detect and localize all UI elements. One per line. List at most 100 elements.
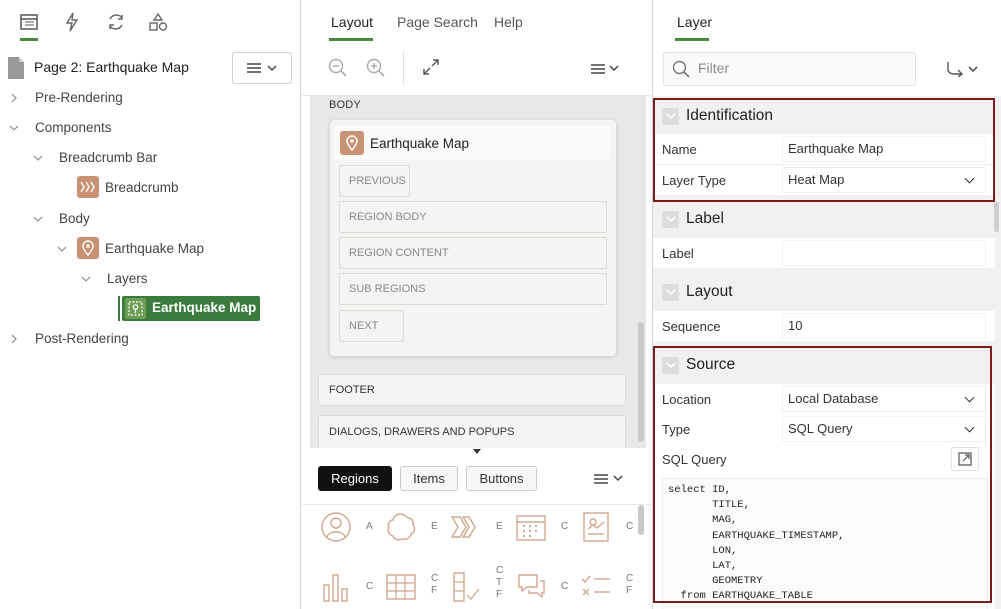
slot-sub-regions[interactable]: SUB REGIONS bbox=[339, 273, 607, 305]
gallery-item-label: C F bbox=[431, 573, 439, 596]
layout-canvas: BODY Earthquake Map PREVIOUS REGION BODY… bbox=[310, 96, 646, 448]
dynamic-actions-tab[interactable] bbox=[60, 10, 84, 34]
body-label: BODY bbox=[329, 99, 361, 111]
chevron-down-icon[interactable] bbox=[609, 65, 619, 72]
slot-region-body[interactable]: REGION BODY bbox=[339, 201, 607, 233]
gallery-tabs: Regions Items Buttons bbox=[302, 462, 651, 498]
search-icon bbox=[672, 60, 690, 78]
refresh-icon bbox=[109, 14, 123, 30]
filter-field[interactable] bbox=[663, 52, 916, 86]
region-card[interactable]: Earthquake Map PREVIOUS REGION BODY REGI… bbox=[330, 120, 616, 356]
tab-page-search[interactable]: Page Search bbox=[397, 14, 478, 30]
gallery-item-list-check[interactable]: C F bbox=[572, 567, 633, 607]
list-check-icon bbox=[581, 575, 610, 596]
dialogs-section[interactable]: DIALOGS, DRAWERS AND POPUPS bbox=[318, 415, 626, 448]
chevron-down-icon[interactable] bbox=[56, 245, 68, 253]
tree-item-post-rendering[interactable]: Post-Rendering bbox=[0, 326, 300, 352]
page-tree-pane: Page 2: Earthquake Map Pre-Rendering Com… bbox=[0, 0, 301, 609]
tab-buttons[interactable]: Buttons bbox=[466, 466, 537, 491]
scrollbar[interactable] bbox=[638, 505, 644, 535]
tree-label: Earthquake Map bbox=[152, 300, 257, 315]
tab-help[interactable]: Help bbox=[494, 14, 523, 30]
rendering-tab[interactable] bbox=[17, 10, 41, 34]
layout-tabs: Layout Page Search Help bbox=[302, 0, 651, 42]
chevron-down-icon[interactable] bbox=[80, 275, 92, 283]
tree-item-earthquake-map-region[interactable]: Earthquake Map bbox=[0, 236, 300, 262]
hamburger-icon[interactable] bbox=[594, 473, 608, 485]
group-title: Layout bbox=[686, 283, 733, 300]
tree-menu-button[interactable] bbox=[232, 52, 292, 84]
chevron-right-icon[interactable] bbox=[10, 333, 18, 345]
slot-previous[interactable]: PREVIOUS bbox=[339, 165, 410, 197]
gallery-item-breadcrumb[interactable]: E bbox=[442, 507, 503, 547]
gallery-item-card[interactable]: C bbox=[572, 507, 633, 547]
scrollbar[interactable] bbox=[994, 202, 999, 232]
scrollbar[interactable] bbox=[638, 322, 644, 442]
tab-layer[interactable]: Layer bbox=[677, 14, 712, 30]
gallery-item-chat[interactable]: C bbox=[507, 567, 568, 607]
grid-icon bbox=[386, 574, 416, 600]
chevron-down-icon[interactable] bbox=[662, 284, 679, 301]
cloud-icon bbox=[387, 513, 416, 541]
chat-icon bbox=[518, 574, 545, 599]
chevron-down-icon[interactable] bbox=[662, 211, 679, 228]
chevron-down-icon[interactable] bbox=[32, 215, 44, 223]
gallery-item-cloud[interactable]: E bbox=[377, 507, 438, 547]
gallery-item-checklist[interactable]: C T F bbox=[442, 565, 503, 607]
breadcrumb-icon bbox=[77, 176, 99, 198]
toolbar-divider bbox=[403, 52, 404, 84]
filter-input[interactable] bbox=[698, 60, 898, 76]
bar-chart-icon bbox=[323, 574, 348, 602]
group-layout[interactable]: Layout bbox=[653, 275, 995, 309]
footer-section[interactable]: FOOTER bbox=[318, 374, 626, 406]
go-to-group-button[interactable] bbox=[939, 56, 985, 82]
tree-item-breadcrumb[interactable]: Breadcrumb bbox=[0, 175, 300, 201]
layout-toolbar bbox=[302, 44, 651, 96]
chevron-right-icon[interactable] bbox=[10, 92, 18, 104]
slot-region-content[interactable]: REGION CONTENT bbox=[339, 237, 607, 269]
region-header[interactable]: Earthquake Map bbox=[334, 126, 610, 160]
label-input[interactable] bbox=[782, 240, 986, 266]
group-title: Label bbox=[686, 210, 724, 227]
prop-label-text: Label bbox=[653, 238, 995, 268]
tree-item-layers[interactable]: Layers bbox=[0, 266, 300, 292]
sequence-input[interactable]: 10 bbox=[782, 313, 986, 339]
gallery-item-label: C bbox=[561, 581, 569, 592]
tree-label: Layers bbox=[107, 271, 148, 286]
slot-next[interactable]: NEXT bbox=[339, 310, 404, 342]
active-tab-indicator bbox=[675, 38, 709, 41]
resize-down-arrow-icon[interactable] bbox=[472, 449, 482, 455]
hamburger-icon[interactable] bbox=[591, 63, 605, 75]
tree-item-body[interactable]: Body bbox=[0, 206, 300, 232]
chevron-down-icon[interactable] bbox=[8, 124, 20, 132]
gallery-item-label: A bbox=[366, 521, 373, 532]
tree-item-pre-rendering[interactable]: Pre-Rendering bbox=[0, 85, 300, 111]
gallery-item-label: C bbox=[561, 521, 569, 532]
expand-icon[interactable] bbox=[422, 58, 440, 76]
gallery-item-grid[interactable]: C F bbox=[377, 567, 438, 607]
tree-item-breadcrumb-bar[interactable]: Breadcrumb Bar bbox=[0, 145, 300, 171]
processing-tab[interactable] bbox=[104, 10, 128, 34]
calendar-icon bbox=[516, 515, 546, 541]
gallery-item-calendar[interactable]: C bbox=[507, 507, 568, 547]
map-pin-icon bbox=[340, 131, 364, 155]
active-tab-indicator bbox=[329, 38, 373, 41]
tab-regions[interactable]: Regions bbox=[318, 466, 392, 491]
gallery-item-bar-chart[interactable]: C bbox=[312, 567, 373, 607]
tab-layout[interactable]: Layout bbox=[331, 14, 373, 30]
gallery-item-user[interactable]: A bbox=[312, 507, 373, 547]
chevron-down-icon[interactable] bbox=[32, 154, 44, 162]
zoom-in-icon[interactable] bbox=[366, 58, 386, 78]
breadcrumb-icon bbox=[450, 516, 476, 538]
tab-items[interactable]: Items bbox=[400, 466, 458, 491]
tree-label: Breadcrumb bbox=[105, 180, 179, 195]
zoom-out-icon[interactable] bbox=[328, 58, 348, 78]
group-label[interactable]: Label bbox=[653, 202, 995, 236]
tree-tabs bbox=[0, 0, 300, 42]
tree-item-earthquake-map-layer[interactable]: Earthquake Map bbox=[122, 296, 260, 321]
gallery-item-label: C F bbox=[626, 573, 634, 596]
tree-label: Earthquake Map bbox=[105, 241, 205, 256]
tree-item-components[interactable]: Components bbox=[0, 115, 300, 141]
shared-components-tab[interactable] bbox=[146, 10, 170, 34]
chevron-down-icon[interactable] bbox=[613, 475, 623, 482]
